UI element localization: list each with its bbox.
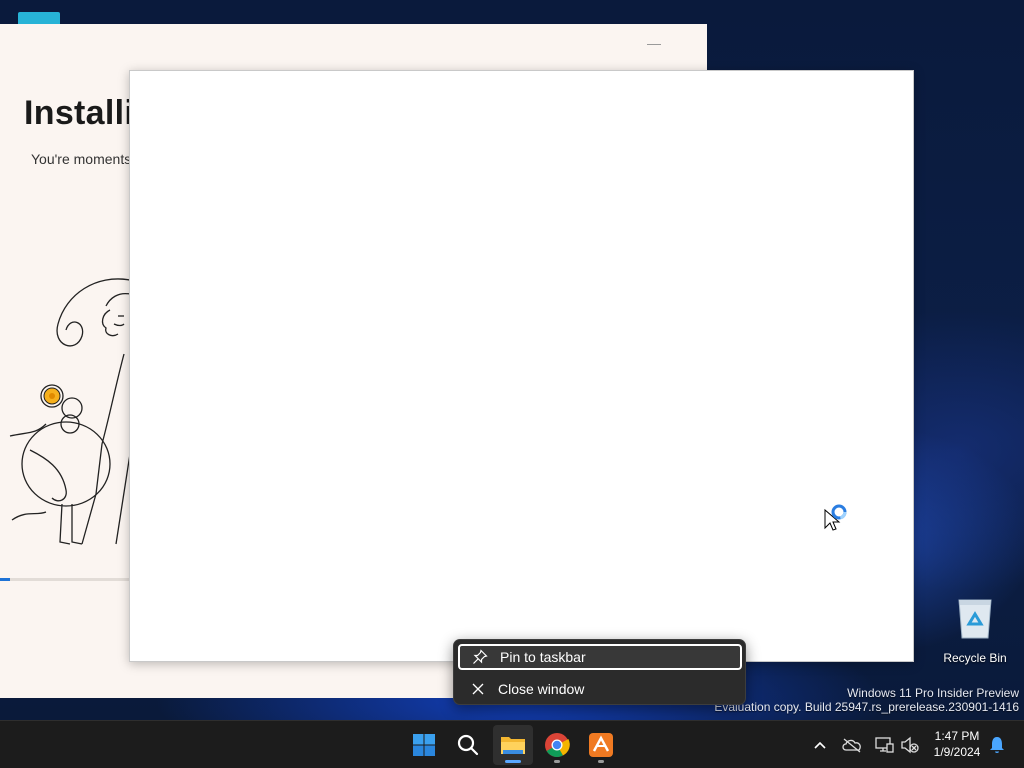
start-button[interactable] [404,725,444,765]
search-button[interactable] [448,725,488,765]
bell-icon [990,737,1004,753]
watermark-line1: Windows 11 Pro Insider Preview [847,686,1019,700]
recycle-bin-desktop-icon[interactable]: Recycle Bin [940,596,1010,665]
taskbar-context-menu: Pin to taskbar Close window [453,639,746,705]
volume-muted-icon [901,736,919,754]
watermark-line2: Evaluation copy. Build 25947.rs_prerelea… [714,700,1019,714]
menu-item-label: Close window [498,681,585,697]
menu-item-pin-to-taskbar[interactable]: Pin to taskbar [458,644,742,670]
running-indicator [598,760,604,763]
installer-app-button[interactable] [581,725,621,765]
menu-item-label: Pin to taskbar [500,649,586,665]
pin-icon [460,649,500,665]
network-icon [875,737,894,753]
clock-time: 1:47 PM [934,729,980,743]
clock-date: 1/9/2024 [933,745,981,759]
close-icon [458,682,498,696]
notifications-button[interactable] [985,733,1009,757]
volume-button[interactable] [898,733,922,757]
recycle-bin-icon [958,599,992,639]
taskbar-clock[interactable]: 1:47 PM 1/9/2024 [926,728,988,760]
windows-start-icon [413,734,435,756]
show-hidden-icons-button[interactable] [808,733,832,757]
minimize-button[interactable] [647,44,661,45]
running-indicator [554,760,560,763]
chrome-icon [545,733,570,758]
blank-app-window[interactable] [129,70,914,662]
chevron-up-icon [814,741,826,749]
network-button[interactable] [872,733,896,757]
installer-title: Installi [24,94,135,132]
installer-illustration [9,278,131,545]
onedrive-offline-icon [842,738,861,753]
search-icon [457,734,479,756]
folder-icon [501,737,525,754]
chrome-button[interactable] [537,725,577,765]
file-explorer-button[interactable] [493,725,533,765]
menu-item-close-window[interactable]: Close window [458,676,742,702]
app-icon [589,733,613,757]
windows-watermark: Windows 11 Pro Insider Preview Evaluatio… [714,686,1019,714]
recycle-bin-label: Recycle Bin [943,651,1007,665]
taskbar [0,720,1024,768]
onedrive-button[interactable] [840,733,864,757]
installer-subtitle: You're moments [31,151,132,167]
active-indicator [505,760,521,763]
install-progress-fill [0,578,10,581]
busy-cursor-icon [824,504,847,531]
